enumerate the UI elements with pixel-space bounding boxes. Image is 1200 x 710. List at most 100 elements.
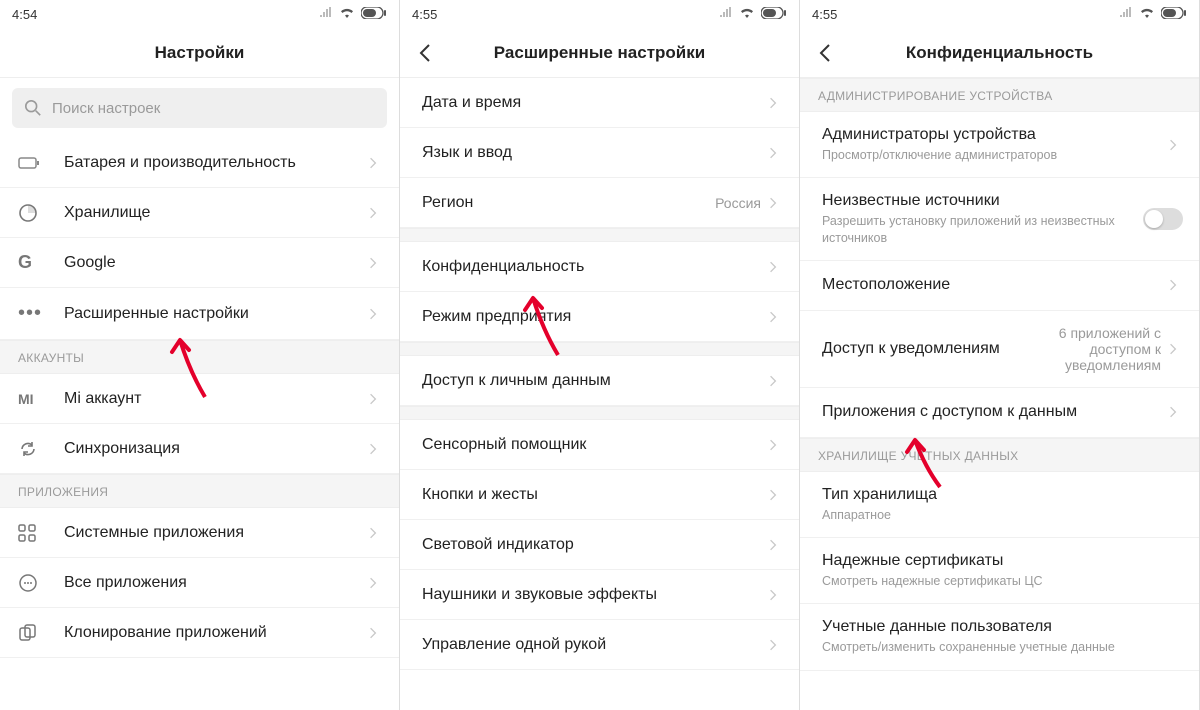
row-privacy[interactable]: Конфиденциальность bbox=[400, 242, 799, 292]
status-icons bbox=[719, 7, 787, 22]
battery-icon bbox=[1161, 7, 1187, 22]
screen-advanced: 4:55 Расширенные настройки Дата и время … bbox=[400, 0, 800, 710]
row-headphones[interactable]: Наушники и звуковые эффекты bbox=[400, 570, 799, 620]
grid-icon bbox=[18, 524, 46, 542]
status-bar: 4:55 bbox=[800, 0, 1199, 28]
title-bar: Расширенные настройки bbox=[400, 28, 799, 78]
search-placeholder: Поиск настроек bbox=[52, 100, 160, 117]
battery-outline-icon bbox=[18, 156, 46, 170]
section-admin: АДМИНИСТРИРОВАНИЕ УСТРОЙСТВА bbox=[800, 78, 1199, 112]
signal-icon bbox=[319, 7, 333, 22]
wifi-icon bbox=[1139, 7, 1155, 22]
region-value: Россия bbox=[715, 195, 761, 211]
battery-icon bbox=[361, 7, 387, 22]
chevron-right-icon bbox=[369, 526, 383, 540]
row-enterprise[interactable]: Режим предприятия bbox=[400, 292, 799, 342]
row-lang[interactable]: Язык и ввод bbox=[400, 128, 799, 178]
row-personal-data[interactable]: Доступ к личным данным bbox=[400, 356, 799, 406]
row-advanced[interactable]: ••• Расширенные настройки bbox=[0, 288, 399, 340]
page-title: Конфиденциальность bbox=[906, 43, 1093, 63]
chevron-right-icon bbox=[769, 310, 783, 324]
row-location[interactable]: Местоположение bbox=[800, 261, 1199, 311]
chevron-right-icon bbox=[1169, 278, 1183, 292]
screen-settings: 4:54 Настройки Поиск настроек Батарея и … bbox=[0, 0, 400, 710]
chevron-right-icon bbox=[769, 96, 783, 110]
row-region[interactable]: Регион Россия bbox=[400, 178, 799, 228]
row-apps-with-access[interactable]: Приложения с доступом к данным bbox=[800, 388, 1199, 438]
row-trusted-certs[interactable]: Надежные сертификаты Смотреть надежные с… bbox=[800, 538, 1199, 604]
notif-value: 6 приложений с доступом к уведомлениям bbox=[1011, 325, 1161, 373]
wifi-icon bbox=[739, 7, 755, 22]
title-bar: Конфиденциальность bbox=[800, 28, 1199, 78]
chevron-right-icon bbox=[1169, 138, 1183, 152]
row-unknown-sources[interactable]: Неизвестные источники Разрешить установк… bbox=[800, 178, 1199, 261]
signal-icon bbox=[1119, 7, 1133, 22]
row-notification-access[interactable]: Доступ к уведомлениям 6 приложений с дос… bbox=[800, 311, 1199, 388]
status-icons bbox=[1119, 7, 1187, 22]
row-store-type[interactable]: Тип хранилища Аппаратное bbox=[800, 472, 1199, 538]
clock: 4:55 bbox=[812, 7, 837, 22]
mi-icon: MI bbox=[18, 391, 46, 407]
chevron-right-icon bbox=[769, 588, 783, 602]
section-apps: ПРИЛОЖЕНИЯ bbox=[0, 474, 399, 508]
page-title: Расширенные настройки bbox=[494, 43, 705, 63]
back-button[interactable] bbox=[414, 42, 436, 64]
clock: 4:55 bbox=[412, 7, 437, 22]
search-input[interactable]: Поиск настроек bbox=[12, 88, 387, 128]
chevron-right-icon bbox=[369, 156, 383, 170]
chevron-right-icon bbox=[1169, 342, 1183, 356]
chevron-right-icon bbox=[369, 307, 383, 321]
sync-icon bbox=[18, 439, 46, 459]
status-bar: 4:54 bbox=[0, 0, 399, 28]
clone-icon bbox=[18, 623, 46, 643]
chevron-right-icon bbox=[769, 196, 783, 210]
row-all-apps[interactable]: Все приложения bbox=[0, 558, 399, 608]
title-bar: Настройки bbox=[0, 28, 399, 78]
toggle-unknown-sources[interactable] bbox=[1143, 208, 1183, 230]
chevron-right-icon bbox=[769, 638, 783, 652]
row-datetime[interactable]: Дата и время bbox=[400, 78, 799, 128]
row-user-credentials[interactable]: Учетные данные пользователя Смотреть/изм… bbox=[800, 604, 1199, 670]
storage-icon bbox=[18, 203, 46, 223]
screen-privacy: 4:55 Конфиденциальность АДМИНИСТРИРОВАНИ… bbox=[800, 0, 1200, 710]
google-icon: G bbox=[18, 252, 46, 273]
chevron-right-icon bbox=[769, 538, 783, 552]
row-storage[interactable]: Хранилище bbox=[0, 188, 399, 238]
chevron-right-icon bbox=[369, 392, 383, 406]
chevron-right-icon bbox=[369, 576, 383, 590]
clock: 4:54 bbox=[12, 7, 37, 22]
row-mi-account[interactable]: MI Mi аккаунт bbox=[0, 374, 399, 424]
section-credstore: ХРАНИЛИЩЕ УЧЕТНЫХ ДАННЫХ bbox=[800, 438, 1199, 472]
row-device-admins[interactable]: Администраторы устройства Просмотр/отклю… bbox=[800, 112, 1199, 178]
page-title: Настройки bbox=[155, 43, 245, 63]
chevron-right-icon bbox=[369, 626, 383, 640]
dots-icon: ••• bbox=[18, 302, 46, 325]
chevron-right-icon bbox=[769, 374, 783, 388]
chevron-right-icon bbox=[1169, 405, 1183, 419]
section-accounts: АККАУНТЫ bbox=[0, 340, 399, 374]
row-google[interactable]: G Google bbox=[0, 238, 399, 288]
chevron-right-icon bbox=[769, 488, 783, 502]
signal-icon bbox=[719, 7, 733, 22]
chevron-right-icon bbox=[369, 256, 383, 270]
search-icon bbox=[24, 99, 42, 117]
row-system-apps[interactable]: Системные приложения bbox=[0, 508, 399, 558]
chevron-right-icon bbox=[369, 442, 383, 456]
back-button[interactable] bbox=[814, 42, 836, 64]
circle-dots-icon bbox=[18, 573, 46, 593]
battery-icon bbox=[761, 7, 787, 22]
row-clone-apps[interactable]: Клонирование приложений bbox=[0, 608, 399, 658]
status-icons bbox=[319, 7, 387, 22]
chevron-right-icon bbox=[369, 206, 383, 220]
row-battery[interactable]: Батарея и производительность bbox=[0, 138, 399, 188]
chevron-right-icon bbox=[769, 260, 783, 274]
chevron-right-icon bbox=[769, 146, 783, 160]
status-bar: 4:55 bbox=[400, 0, 799, 28]
row-sync[interactable]: Синхронизация bbox=[0, 424, 399, 474]
wifi-icon bbox=[339, 7, 355, 22]
row-touch-assist[interactable]: Сенсорный помощник bbox=[400, 420, 799, 470]
row-buttons-gestures[interactable]: Кнопки и жесты bbox=[400, 470, 799, 520]
chevron-right-icon bbox=[769, 438, 783, 452]
row-onehand[interactable]: Управление одной рукой bbox=[400, 620, 799, 670]
row-led[interactable]: Световой индикатор bbox=[400, 520, 799, 570]
